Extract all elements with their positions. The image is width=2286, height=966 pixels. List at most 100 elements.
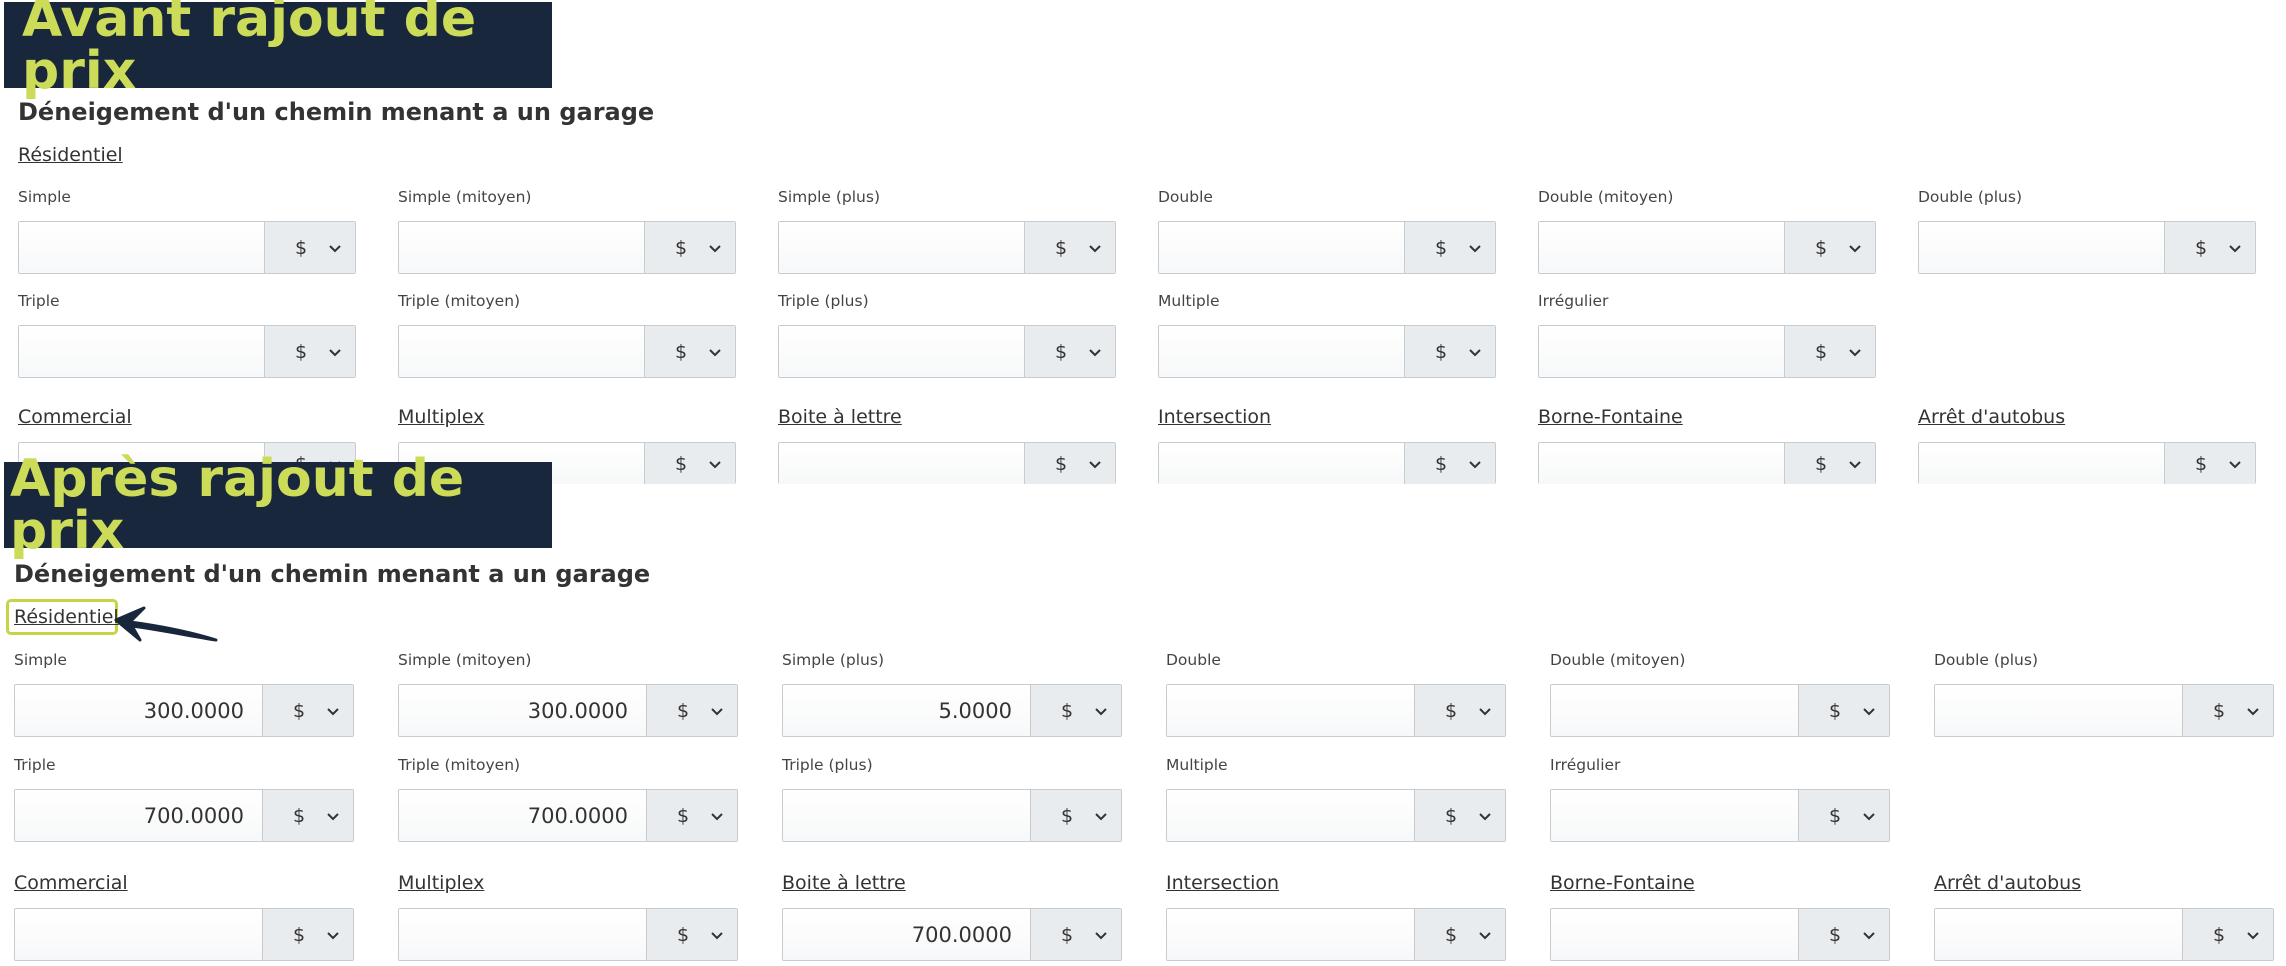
field-label: Triple [18, 292, 60, 310]
price-input[interactable] [1935, 685, 2182, 736]
field-label: Double [1166, 651, 1221, 669]
currency-select[interactable]: $ [1784, 326, 1875, 377]
field-label[interactable]: Commercial [14, 872, 128, 894]
price-input[interactable] [1919, 222, 2164, 273]
price-input[interactable] [783, 790, 1030, 841]
price-field: $ [1918, 221, 2256, 274]
currency-select[interactable]: $ [1024, 326, 1115, 377]
currency-symbol: $ [677, 699, 690, 722]
currency-symbol: $ [1061, 923, 1074, 946]
chevron-down-icon [327, 931, 339, 939]
currency-select[interactable]: $ [1404, 443, 1495, 484]
price-input[interactable] [399, 222, 644, 273]
price-input[interactable]: 5.0000 [783, 685, 1030, 736]
currency-select[interactable]: $ [646, 790, 737, 841]
currency-select[interactable]: $ [1414, 790, 1505, 841]
currency-select[interactable]: $ [644, 326, 735, 377]
price-input[interactable] [779, 443, 1024, 484]
price-input[interactable] [1167, 790, 1414, 841]
price-field: 700.0000 $ [14, 789, 354, 842]
price-input[interactable] [19, 222, 264, 273]
price-input[interactable]: 300.0000 [399, 685, 646, 736]
currency-select[interactable]: $ [1030, 685, 1121, 736]
price-input[interactable] [19, 326, 264, 377]
currency-select[interactable]: $ [1414, 685, 1505, 736]
currency-select[interactable]: $ [1024, 222, 1115, 273]
chevron-down-icon [1863, 812, 1875, 820]
currency-select[interactable]: $ [2164, 222, 2255, 273]
price-input[interactable] [1539, 326, 1784, 377]
price-input[interactable] [1919, 443, 2164, 484]
price-input[interactable] [1167, 909, 1414, 960]
after-section-residentiel[interactable]: Résidentiel [14, 606, 119, 628]
price-input[interactable] [1551, 790, 1798, 841]
field-label[interactable]: Arrêt d'autobus [1918, 406, 2065, 428]
currency-symbol: $ [675, 340, 688, 363]
field-label[interactable]: Boite à lettre [778, 406, 902, 428]
field-label[interactable]: Commercial [18, 406, 132, 428]
currency-select[interactable]: $ [646, 685, 737, 736]
currency-select[interactable]: $ [1024, 443, 1115, 484]
currency-select[interactable]: $ [1404, 326, 1495, 377]
price-input[interactable] [15, 909, 262, 960]
price-input[interactable] [1935, 909, 2182, 960]
field-label[interactable]: Intersection [1166, 872, 1279, 894]
price-input[interactable] [399, 909, 646, 960]
chevron-down-icon [1479, 707, 1491, 715]
currency-symbol: $ [2213, 699, 2226, 722]
currency-select[interactable]: $ [264, 326, 355, 377]
price-input[interactable] [1551, 909, 1798, 960]
currency-select[interactable]: $ [1414, 909, 1505, 960]
price-field: 300.0000 $ [14, 684, 354, 737]
currency-select[interactable]: $ [264, 222, 355, 273]
field-label[interactable]: Borne-Fontaine [1538, 406, 1683, 428]
currency-select[interactable]: $ [1030, 790, 1121, 841]
field-label[interactable]: Multiplex [398, 872, 484, 894]
price-input[interactable] [1159, 326, 1404, 377]
field-label[interactable]: Multiplex [398, 406, 484, 428]
currency-select[interactable]: $ [2164, 443, 2255, 484]
currency-select[interactable]: $ [1784, 443, 1875, 484]
field-label: Simple [14, 651, 67, 669]
price-input[interactable] [399, 326, 644, 377]
before-section-residentiel[interactable]: Résidentiel [18, 144, 123, 166]
currency-select[interactable]: $ [262, 685, 353, 736]
currency-select[interactable]: $ [1030, 909, 1121, 960]
price-input[interactable] [779, 222, 1024, 273]
currency-symbol: $ [677, 804, 690, 827]
currency-select[interactable]: $ [262, 790, 353, 841]
price-input[interactable] [1159, 443, 1404, 484]
price-input[interactable]: 700.0000 [783, 909, 1030, 960]
currency-select[interactable]: $ [646, 909, 737, 960]
price-input[interactable] [779, 326, 1024, 377]
chevron-down-icon [709, 244, 721, 252]
currency-select[interactable]: $ [1798, 790, 1889, 841]
currency-symbol: $ [1815, 236, 1828, 259]
field-label[interactable]: Arrêt d'autobus [1934, 872, 2081, 894]
currency-select[interactable]: $ [262, 909, 353, 960]
price-field: 700.0000 $ [782, 908, 1122, 961]
field-label[interactable]: Boite à lettre [782, 872, 906, 894]
field-label[interactable]: Intersection [1158, 406, 1271, 428]
price-input[interactable]: 300.0000 [15, 685, 262, 736]
price-input[interactable]: 700.0000 [15, 790, 262, 841]
currency-select[interactable]: $ [2182, 685, 2273, 736]
price-input[interactable] [1159, 222, 1404, 273]
price-input[interactable] [1167, 685, 1414, 736]
currency-select[interactable]: $ [2182, 909, 2273, 960]
price-input[interactable] [1539, 222, 1784, 273]
price-input[interactable] [1551, 685, 1798, 736]
price-input[interactable] [1539, 443, 1784, 484]
field-label[interactable]: Borne-Fontaine [1550, 872, 1695, 894]
currency-select[interactable]: $ [1404, 222, 1495, 273]
currency-select[interactable]: $ [644, 222, 735, 273]
currency-symbol: $ [293, 923, 306, 946]
currency-select[interactable]: $ [1798, 909, 1889, 960]
currency-select[interactable]: $ [1798, 685, 1889, 736]
chevron-down-icon [2229, 244, 2241, 252]
currency-select[interactable]: $ [644, 443, 735, 484]
currency-symbol: $ [293, 699, 306, 722]
price-input[interactable]: 700.0000 [399, 790, 646, 841]
field-label: Simple (mitoyen) [398, 651, 532, 669]
currency-select[interactable]: $ [1784, 222, 1875, 273]
